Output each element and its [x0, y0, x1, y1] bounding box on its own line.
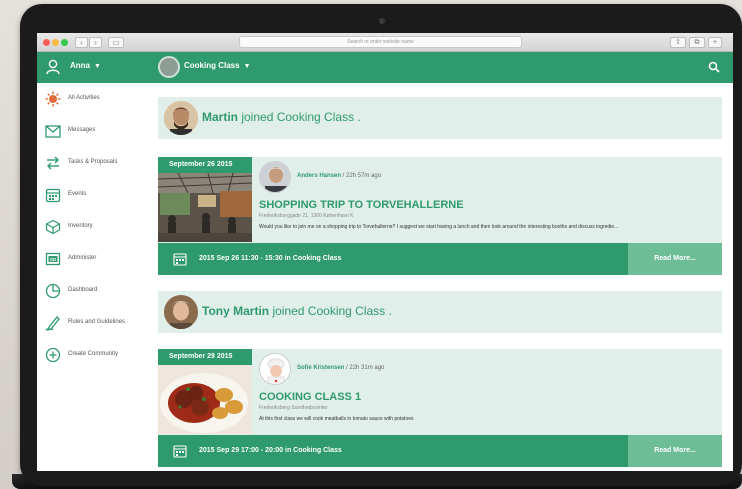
- read-more-button[interactable]: Read More...: [628, 243, 722, 275]
- event-description: At this first class we will cook meatbal…: [259, 416, 414, 422]
- address-bar[interactable]: Search or enter website name: [239, 36, 522, 48]
- event-date: September 29 2015: [158, 349, 252, 365]
- screen: ‹ › ▭ Search or enter website name ⇧ ⧉ +…: [37, 33, 733, 471]
- close-window-button[interactable]: [43, 39, 50, 46]
- swap-arrows-icon: [47, 156, 59, 170]
- calendar-icon: [173, 445, 187, 458]
- community-avatar[interactable]: [158, 56, 180, 78]
- new-tab-icon[interactable]: +: [708, 37, 722, 48]
- chevron-down-icon: ▼: [243, 63, 251, 70]
- sidebar-item-label: Rules and Guidelines: [68, 319, 126, 325]
- sidebar-item-administer[interactable]: SD Administer: [45, 249, 158, 271]
- activity-icon: [45, 91, 61, 107]
- member-name[interactable]: Martin: [202, 110, 238, 124]
- user-name: Anna: [70, 61, 90, 70]
- sidebar-item-messages[interactable]: Messages: [45, 121, 158, 143]
- community-menu[interactable]: Cooking Class ▼: [184, 61, 251, 70]
- sidebar-item-label: Messages: [68, 127, 96, 133]
- box-icon: [45, 219, 61, 235]
- event-date: September 26 2015: [158, 157, 252, 173]
- join-notification[interactable]: Martin joined Cooking Class .: [158, 97, 722, 139]
- post-time: / 22h 31m ago: [344, 365, 385, 371]
- join-notification[interactable]: Tony Martin joined Cooking Class .: [158, 291, 722, 333]
- plus-circle-icon: [45, 347, 61, 363]
- pen-icon: [45, 316, 60, 331]
- join-text: joined Cooking Class .: [238, 110, 361, 124]
- svg-text:SD: SD: [50, 257, 57, 262]
- calendar-icon: [45, 188, 61, 203]
- event-card: September 29 2015 Sofie Kristensen / 22h…: [158, 349, 722, 467]
- calendar-icon: [173, 253, 187, 266]
- avatar[interactable]: [259, 161, 291, 193]
- event-time: 2015 Sep 26 11:30 - 15:30 in Cooking Cla…: [199, 255, 342, 262]
- browser-toolbar: ‹ › ▭ Search or enter website name ⇧ ⧉ +: [37, 33, 733, 52]
- join-message: Tony Martin joined Cooking Class .: [202, 304, 392, 318]
- community-name: Cooking Class: [184, 61, 240, 70]
- pie-chart-icon: [45, 283, 61, 299]
- join-message: Martin joined Cooking Class .: [202, 110, 361, 124]
- event-title[interactable]: COOKING CLASS 1: [259, 391, 361, 403]
- sidebar-item-all-activities[interactable]: All Activities: [45, 89, 158, 111]
- event-title[interactable]: SHOPPING TRIP TO TORVEHALLERNE: [259, 199, 464, 211]
- event-time: 2015 Sep 29 17:00 - 20:00 in Cooking Cla…: [199, 447, 342, 454]
- forward-button[interactable]: ›: [89, 37, 102, 48]
- chevron-down-icon: ▼: [94, 63, 101, 70]
- post-time: / 22h 57m ago: [341, 173, 382, 179]
- avatar[interactable]: [259, 353, 291, 385]
- share-icon[interactable]: ⇧: [670, 37, 686, 48]
- sd-card-icon: SD: [45, 252, 61, 266]
- event-card: September 26 2015 Anders Hansen / 22h 57: [158, 157, 722, 275]
- search-icon[interactable]: [708, 61, 720, 73]
- event-footer: 2015 Sep 29 17:00 - 20:00 in Cooking Cla…: [158, 435, 722, 467]
- sidebar-item-label: Events: [68, 191, 87, 197]
- poster-line: Sofie Kristensen / 22h 31m ago: [297, 365, 384, 371]
- back-button[interactable]: ‹: [75, 37, 88, 48]
- user-menu[interactable]: Anna ▼: [70, 61, 101, 70]
- sidebar-item-label: Tasks & Proposals: [68, 159, 118, 165]
- join-text: joined Cooking Class .: [269, 304, 392, 318]
- sidebar-item-tasks[interactable]: Tasks & Proposals: [45, 153, 158, 175]
- minimize-window-button[interactable]: [52, 39, 59, 46]
- app-header: Anna ▼ Cooking Class ▼: [37, 52, 733, 83]
- user-icon[interactable]: [46, 59, 60, 75]
- sidebar-item-rules[interactable]: Rules and Guidelines: [45, 313, 158, 335]
- poster-name[interactable]: Sofie Kristensen: [297, 365, 344, 371]
- avatar[interactable]: [164, 295, 198, 329]
- poster-line: Anders Hansen / 22h 57m ago: [297, 173, 381, 179]
- event-address: Frederiksborggade 21, 1360 København K: [259, 213, 354, 219]
- sidebar-item-create-community[interactable]: Create Community: [45, 345, 158, 367]
- avatar[interactable]: [164, 101, 198, 135]
- event-photo-market[interactable]: [158, 173, 252, 242]
- event-photo-meatballs[interactable]: [158, 365, 252, 434]
- tabs-icon[interactable]: ⧉: [689, 37, 705, 48]
- read-more-button[interactable]: Read More...: [628, 435, 722, 467]
- sidebar-item-dashboard[interactable]: Dashboard: [45, 281, 158, 303]
- envelope-icon: [45, 125, 61, 138]
- sidebar-item-events[interactable]: Events: [45, 185, 158, 207]
- sidebar-toggle-icon[interactable]: ▭: [108, 37, 124, 48]
- sidebar-item-inventory[interactable]: Inventory: [45, 217, 158, 239]
- member-name[interactable]: Tony Martin: [202, 304, 269, 318]
- sidebar-item-label: Inventory: [68, 223, 93, 229]
- poster-name[interactable]: Anders Hansen: [297, 173, 341, 179]
- sidebar-item-label: Dashboard: [68, 287, 98, 293]
- sidebar-item-label: Administer: [68, 255, 97, 261]
- sidebar: All Activities Messages Tasks & Proposal…: [37, 83, 158, 471]
- event-description: Would you like to join me on a shopping …: [259, 224, 619, 230]
- webcam: [379, 18, 385, 24]
- maximize-window-button[interactable]: [61, 39, 68, 46]
- sidebar-item-label: Create Community: [68, 351, 119, 357]
- event-footer: 2015 Sep 26 11:30 - 15:30 in Cooking Cla…: [158, 243, 722, 275]
- event-address: Frederiksberg Sundhedscenter: [259, 405, 328, 411]
- sidebar-item-label: All Activities: [68, 95, 100, 101]
